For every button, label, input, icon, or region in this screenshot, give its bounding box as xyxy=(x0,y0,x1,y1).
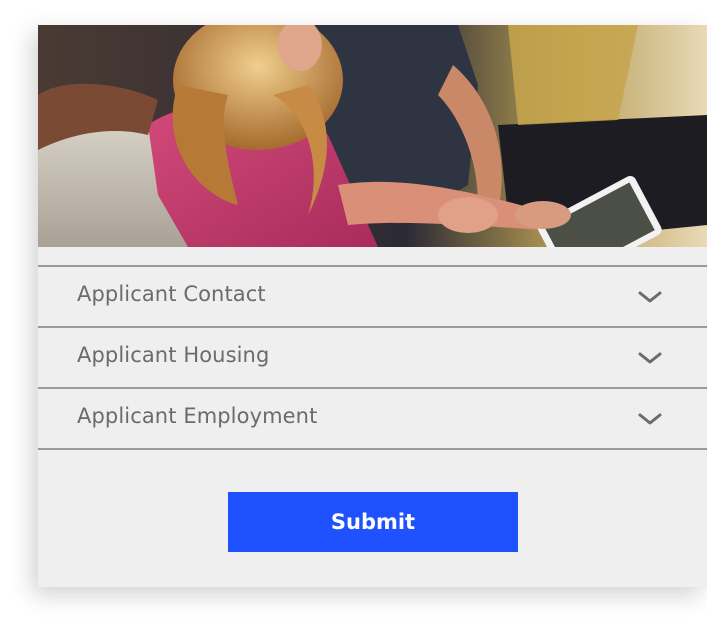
section-label: Applicant Housing xyxy=(77,343,270,367)
section-label: Applicant Employment xyxy=(77,404,318,428)
accordion-applicant-housing[interactable]: Applicant Housing xyxy=(38,326,707,386)
accordion-applicant-contact[interactable]: Applicant Contact xyxy=(38,265,707,325)
divider xyxy=(38,448,707,450)
submit-button[interactable]: Submit xyxy=(228,492,518,552)
accordion-applicant-employment[interactable]: Applicant Employment xyxy=(38,387,707,447)
chevron-down-icon[interactable] xyxy=(637,350,663,366)
chevron-down-icon[interactable] xyxy=(637,411,663,427)
section-label: Applicant Contact xyxy=(77,282,266,306)
chevron-down-icon[interactable] xyxy=(637,289,663,305)
hero-photo xyxy=(38,25,707,247)
application-form-card: Applicant Contact Applicant Housing Appl… xyxy=(38,25,707,587)
